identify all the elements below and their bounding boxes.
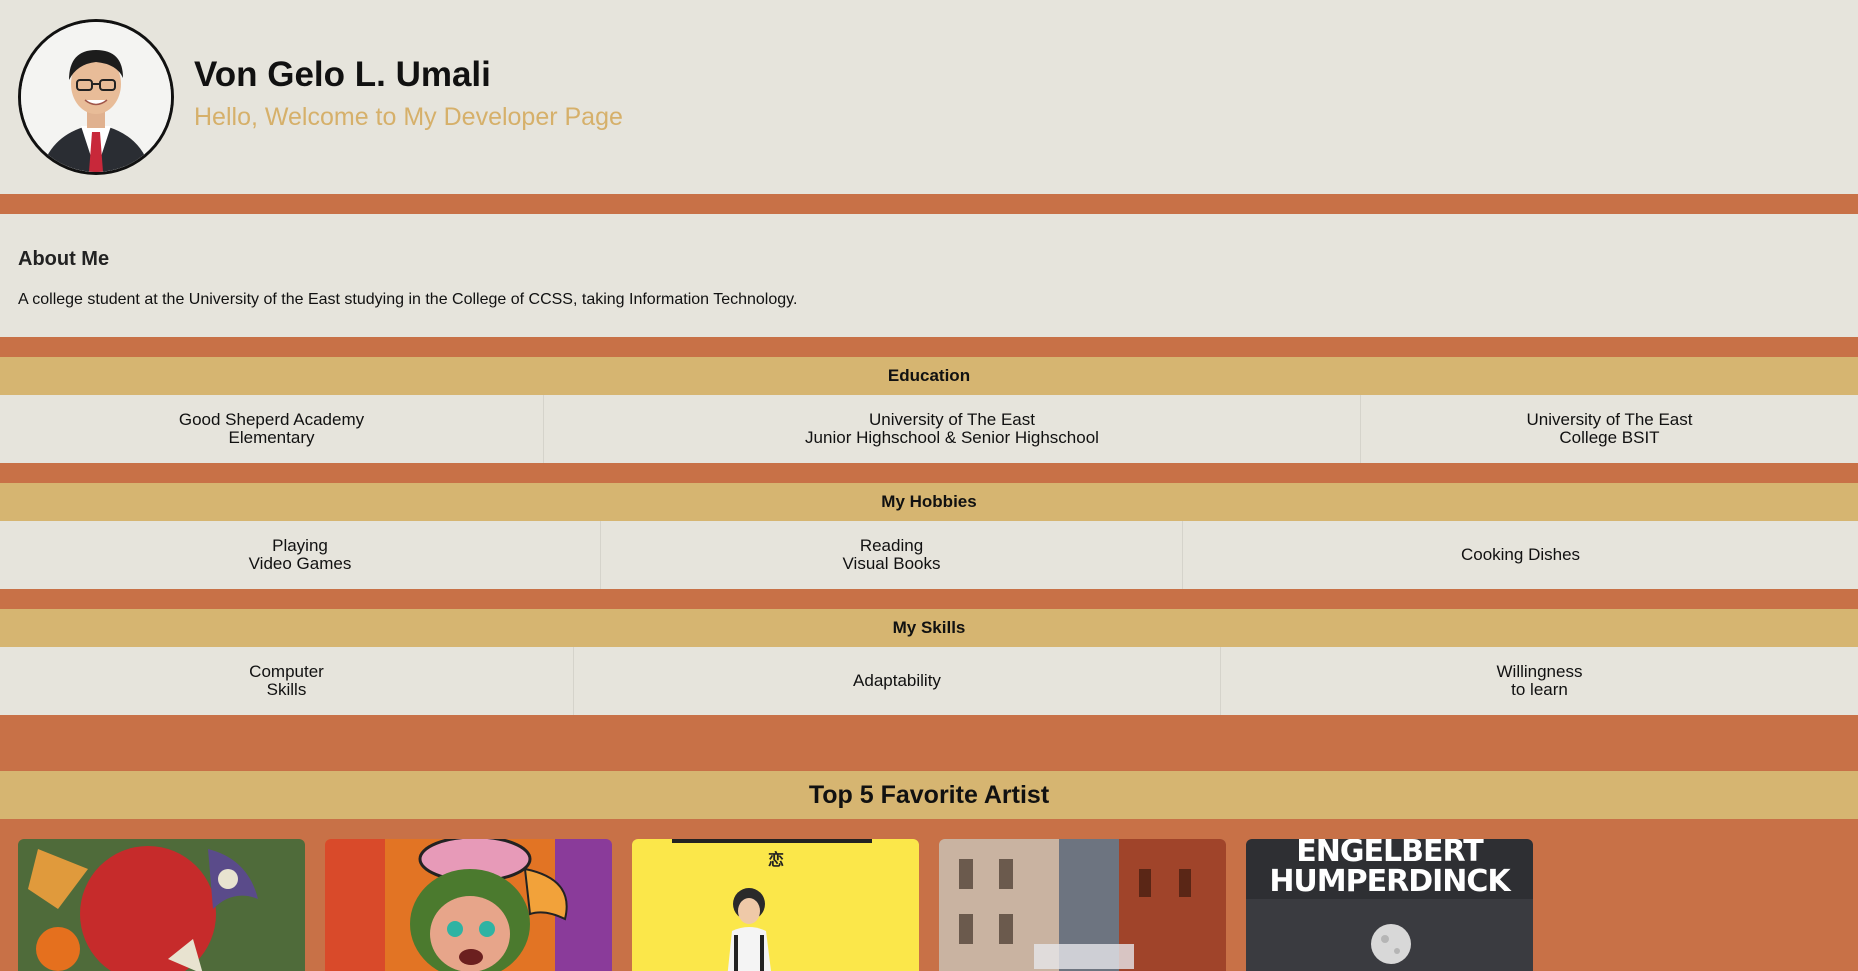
hobby-item: Playing Video Games — [0, 521, 601, 589]
album-cover-text: ENGELBERT HUMPERDINCK — [1269, 839, 1510, 899]
album-art-alley-icon[interactable] — [939, 839, 1226, 971]
profile-name: Von Gelo L. Umali — [194, 54, 491, 94]
album-art-cartoon-head-icon[interactable] — [325, 839, 612, 971]
album-art-moon-icon[interactable]: ENGELBERT HUMPERDINCK — [1246, 839, 1533, 971]
hobby-item: Reading Visual Books — [601, 521, 1183, 589]
divider — [0, 463, 1858, 483]
divider — [0, 337, 1858, 357]
education-row: Good Sheperd Academy Elementary Universi… — [0, 395, 1858, 463]
album-cover-text: 恋 — [767, 850, 784, 869]
about-heading: About Me — [18, 248, 110, 270]
album-art-yellow-portrait-icon[interactable]: 恋 — [632, 839, 919, 971]
about-text: A college student at the University of t… — [18, 291, 798, 308]
education-title: Education — [0, 357, 1858, 395]
hobbies-title: My Hobbies — [0, 483, 1858, 521]
skill-item: Computer Skills — [0, 647, 574, 715]
hobby-item: Cooking Dishes — [1460, 545, 1581, 564]
divider — [0, 715, 1858, 771]
about-section: About Me A college student at the Univer… — [0, 214, 1858, 337]
skills-title: My Skills — [0, 609, 1858, 647]
profile-avatar — [18, 19, 174, 175]
artist-gallery: 恋 ENGELBERT HUMPERDINCK — [0, 819, 1858, 971]
artists-title: Top 5 Favorite Artist — [0, 771, 1858, 819]
skill-item: Willingness to learn — [1496, 662, 1583, 699]
education-item: Good Sheperd Academy Elementary — [0, 395, 544, 463]
divider — [0, 194, 1858, 214]
divider — [0, 589, 1858, 609]
education-item: University of The East College BSIT — [1526, 410, 1693, 447]
profile-header: Von Gelo L. Umali Hello, Welcome to My D… — [0, 0, 1858, 194]
skills-row: Computer Skills Adaptability Willingness… — [0, 647, 1858, 715]
education-item: University of The East Junior Highschool… — [544, 395, 1361, 463]
hobbies-row: Playing Video Games Reading Visual Books… — [0, 521, 1858, 589]
album-art-red-balloon-icon[interactable] — [18, 839, 305, 971]
profile-tagline: Hello, Welcome to My Developer Page — [194, 102, 623, 131]
skill-item: Adaptability — [574, 647, 1221, 715]
